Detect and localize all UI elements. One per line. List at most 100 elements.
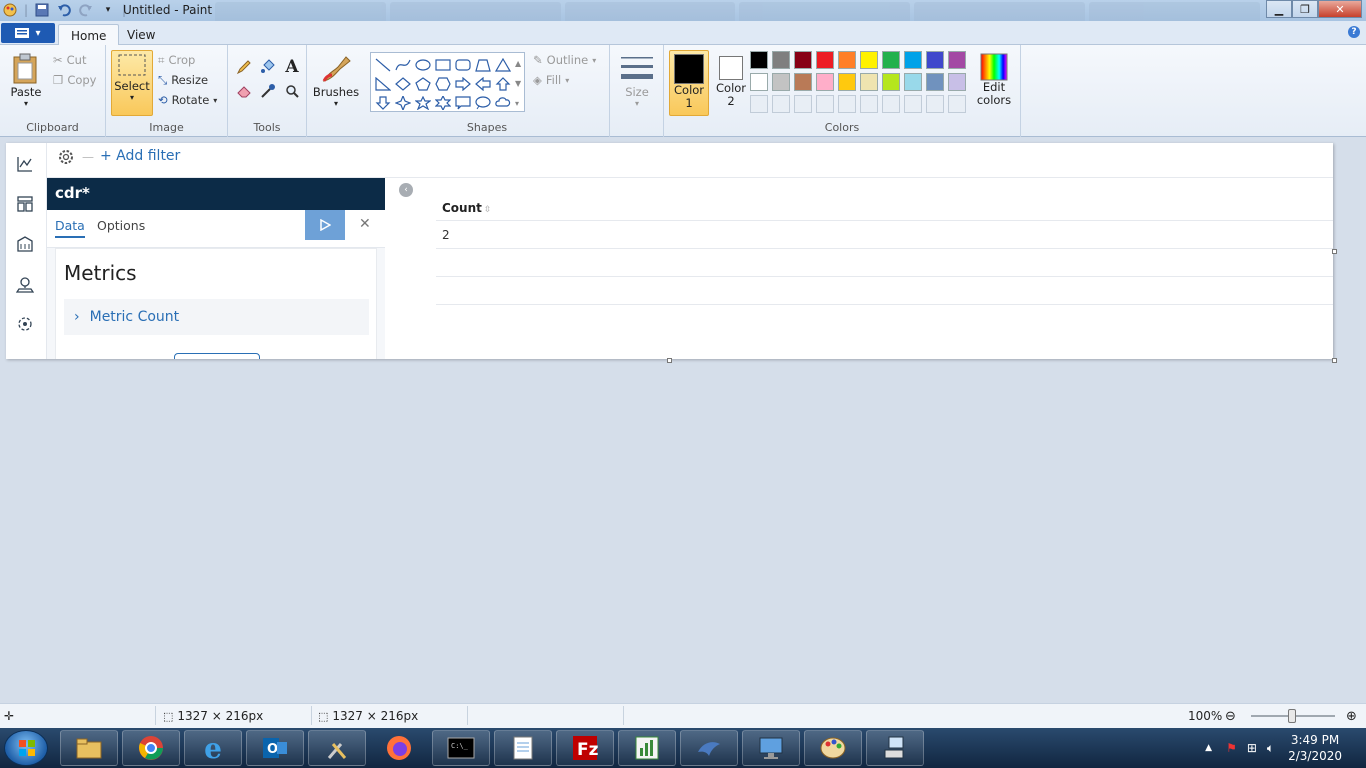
palette-color-swatch[interactable] [816,51,834,69]
file-menu-button[interactable]: ▾ [1,23,55,43]
right-triangle-shape-icon[interactable] [373,74,393,93]
palette-color-swatch[interactable] [838,51,856,69]
apply-changes-button[interactable] [305,210,345,240]
maximize-button[interactable]: ❐ [1292,0,1318,18]
action-center-icon[interactable]: ⚑ [1226,741,1237,755]
tab-view[interactable]: View [115,24,167,46]
dolphin-taskbar-icon[interactable] [680,730,738,766]
metric-count-row[interactable]: › Metric Count [64,299,369,335]
start-button[interactable] [4,730,48,766]
palette-color-swatch[interactable] [816,73,834,91]
oval-shape-icon[interactable] [413,55,433,74]
clock[interactable]: 3:49 PM 2/3/2020 [1288,732,1342,764]
canvas-resize-handle-corner[interactable] [1332,358,1337,363]
palette-color-swatch[interactable] [772,73,790,91]
triangle-shape-icon[interactable] [493,55,513,74]
palette-color-swatch[interactable] [750,51,768,69]
firefox-taskbar-icon[interactable] [370,730,428,766]
add-filter-link[interactable]: + Add filter [100,148,180,164]
paint-taskbar-icon[interactable] [804,730,862,766]
color-1-button[interactable]: Color 1 [669,50,709,116]
tab-home[interactable]: Home [58,24,120,46]
ml-icon[interactable] [15,314,35,334]
palette-color-swatch[interactable] [904,51,922,69]
polygon-shape-icon[interactable] [473,55,493,74]
palette-color-swatch[interactable] [794,51,812,69]
palette-custom-swatch[interactable] [772,95,790,113]
six-point-star-shape-icon[interactable] [433,93,453,112]
remote-desktop-taskbar-icon[interactable] [742,730,800,766]
paste-button[interactable]: Paste ▾ [8,53,44,108]
fill-button[interactable]: ◈ Fill ▾ [533,70,596,90]
gear-icon[interactable] [57,148,75,169]
outlook-taskbar-icon[interactable]: O [246,730,304,766]
eraser-icon[interactable] [234,81,254,101]
chart-app-taskbar-icon[interactable] [618,730,676,766]
diamond-shape-icon[interactable] [393,74,413,93]
curve-shape-icon[interactable] [393,55,413,74]
zoom-out-icon[interactable]: ⊖ [1225,709,1236,724]
right-arrow-shape-icon[interactable] [453,74,473,93]
palette-custom-swatch[interactable] [816,95,834,113]
show-hidden-icons[interactable]: ▲ [1205,743,1212,753]
five-point-star-shape-icon[interactable] [413,93,433,112]
palette-custom-swatch[interactable] [882,95,900,113]
redo-icon[interactable] [78,2,94,18]
close-icon[interactable]: ✕ [359,216,371,232]
fill-bucket-icon[interactable] [258,57,278,77]
oval-callout-shape-icon[interactable] [473,93,493,112]
tools-taskbar-icon[interactable] [308,730,366,766]
four-point-star-shape-icon[interactable] [393,93,413,112]
outline-button[interactable]: ✎ Outline ▾ [533,50,596,70]
palette-custom-swatch[interactable] [904,95,922,113]
palette-color-swatch[interactable] [838,73,856,91]
select-button[interactable]: Select ▾ [111,50,153,116]
add-metric-button[interactable] [174,353,260,359]
palette-custom-swatch[interactable] [948,95,966,113]
palette-color-swatch[interactable] [860,73,878,91]
shapes-scroll[interactable]: ▲ ▼ ▾ [515,54,521,114]
rect-callout-shape-icon[interactable] [453,93,473,112]
volume-icon[interactable]: 🔈︎ [1267,741,1274,756]
cloud-callout-shape-icon[interactable] [493,93,513,112]
palette-color-swatch[interactable] [948,73,966,91]
palette-custom-swatch[interactable] [926,95,944,113]
filezilla-taskbar-icon[interactable]: Fz [556,730,614,766]
save-icon[interactable] [34,2,50,18]
size-button[interactable]: Size ▾ [620,55,654,108]
dashboard-icon[interactable] [15,194,35,214]
down-arrow-shape-icon[interactable] [373,93,393,112]
resize-button[interactable]: ⤡ Resize [158,70,217,90]
edit-colors-button[interactable]: Edit colors [974,53,1014,107]
cut-button[interactable]: ✂ Cut [53,50,96,70]
palette-color-swatch[interactable] [926,73,944,91]
explorer-taskbar-icon[interactable] [60,730,118,766]
brushes-button[interactable]: Brushes ▾ [312,53,360,108]
rectangle-shape-icon[interactable] [433,55,453,74]
customize-toolbar-icon[interactable]: ▾ [100,2,116,18]
color-2-button[interactable]: Color 2 [711,50,751,116]
network-icon[interactable]: ⊞ [1247,741,1257,755]
notepad-taskbar-icon[interactable] [494,730,552,766]
magnifier-icon[interactable] [282,81,302,101]
zoom-in-icon[interactable]: ⊕ [1346,709,1357,724]
collapse-sidebar-icon[interactable]: ‹ [399,183,413,197]
rotate-button[interactable]: ⟲ Rotate ▾ [158,90,217,110]
text-tool-icon[interactable]: A [282,57,302,77]
visualize-icon[interactable] [15,154,35,174]
rounded-rectangle-shape-icon[interactable] [453,55,473,74]
column-header-count[interactable]: Count ⇳ [442,201,491,215]
close-button[interactable]: ✕ [1318,0,1362,18]
network-taskbar-icon[interactable] [866,730,924,766]
palette-color-swatch[interactable] [882,73,900,91]
up-arrow-shape-icon[interactable] [493,74,513,93]
minimize-button[interactable]: ▁ [1266,0,1292,18]
undo-icon[interactable] [56,2,72,18]
zoom-slider-thumb[interactable] [1288,709,1296,723]
color-picker-icon[interactable] [258,81,278,101]
help-icon[interactable]: ? [1348,26,1360,38]
palette-color-swatch[interactable] [904,73,922,91]
command-prompt-taskbar-icon[interactable]: C:\_ [432,730,490,766]
tab-data[interactable]: Data [55,218,85,238]
canvas-resize-handle-bottom[interactable] [667,358,672,363]
